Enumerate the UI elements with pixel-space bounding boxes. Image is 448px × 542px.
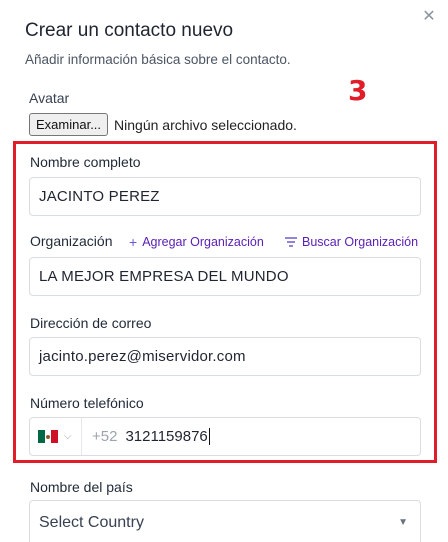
chevron-down-icon: ⌵ (64, 431, 72, 442)
search-organization-button[interactable]: Buscar Organización (285, 234, 418, 250)
dialog-subtitle: Añadir información básica sobre el conta… (25, 52, 291, 67)
phone-number-value[interactable]: 3121159876 (125, 428, 207, 445)
add-organization-button[interactable]: + Agregar Organización (129, 234, 264, 250)
country-select-placeholder: Select Country (39, 514, 144, 531)
email-label: Dirección de correo (30, 315, 152, 331)
dial-code: +52 (92, 428, 118, 445)
country-label: Nombre del país (30, 479, 133, 495)
dropdown-arrow-icon: ▼ (398, 517, 408, 528)
mexico-flag-icon (38, 430, 59, 443)
avatar-file-input: Examinar... Ningún archivo seleccionado. (29, 113, 297, 136)
avatar-label: Avatar (29, 90, 70, 106)
organization-label: Organización (30, 233, 113, 249)
phone-input[interactable]: ⌵ +52 3121159876 (29, 417, 421, 456)
text-caret (208, 428, 210, 445)
plus-icon: + (129, 234, 138, 250)
add-organization-label: Agregar Organización (142, 235, 264, 249)
search-organization-label: Buscar Organización (302, 235, 419, 249)
phone-label: Número telefónico (30, 395, 144, 411)
step-annotation: 3 (348, 74, 368, 107)
full-name-input[interactable]: JACINTO PEREZ (29, 177, 421, 216)
country-select[interactable]: Select Country ▼ (29, 500, 421, 542)
dialog-title: Crear un contacto nuevo (25, 20, 234, 41)
email-input[interactable]: jacinto.perez@miservidor.com (29, 337, 421, 376)
country-code-selector[interactable]: ⌵ (30, 418, 82, 455)
full-name-label: Nombre completo (30, 154, 141, 170)
file-status: Ningún archivo seleccionado. (114, 116, 297, 133)
organization-input[interactable]: LA MEJOR EMPRESA DEL MUNDO (29, 257, 421, 296)
close-icon[interactable]: ✕ (418, 6, 440, 28)
browse-button[interactable]: Examinar... (29, 113, 109, 136)
filter-icon (285, 234, 297, 250)
